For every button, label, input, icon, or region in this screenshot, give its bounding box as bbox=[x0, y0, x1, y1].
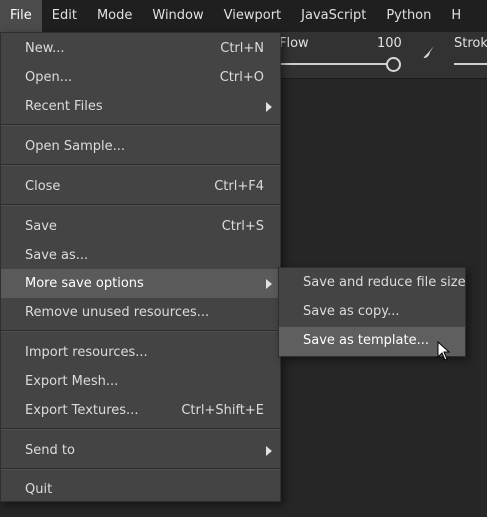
submenu-item-save-and-reduce[interactable]: Save and reduce file size bbox=[279, 269, 466, 298]
menu-file[interactable]: File bbox=[0, 0, 42, 32]
stroke-label: Stroke bbox=[454, 36, 487, 51]
menu-item-label: More save options bbox=[25, 276, 144, 291]
submenu-arrow-icon bbox=[266, 446, 272, 456]
menu-item-save[interactable]: Save Ctrl+S bbox=[1, 212, 280, 241]
file-menu: New... Ctrl+N Open... Ctrl+O Recent File… bbox=[0, 32, 281, 502]
flow-slider-track[interactable] bbox=[279, 63, 387, 65]
menu-item-shortcut: Ctrl+S bbox=[221, 219, 264, 234]
submenu-arrow-icon bbox=[266, 279, 272, 289]
flow-slider-knob[interactable] bbox=[386, 57, 401, 72]
menu-edit[interactable]: Edit bbox=[42, 0, 87, 32]
menu-separator bbox=[1, 330, 280, 332]
menu-item-shortcut: Ctrl+F4 bbox=[214, 179, 264, 194]
menu-item-shortcut: Ctrl+O bbox=[219, 70, 264, 85]
menu-item-shortcut: Ctrl+Shift+E bbox=[181, 403, 264, 418]
menu-item-remove-unused-resources[interactable]: Remove unused resources... bbox=[1, 298, 280, 327]
menu-item-save-as[interactable]: Save as... bbox=[1, 241, 280, 270]
menu-item-label: Open... bbox=[25, 70, 73, 85]
menu-item-recent-files[interactable]: Recent Files bbox=[1, 92, 280, 121]
menu-bar: File Edit Mode Window Viewport JavaScrip… bbox=[0, 0, 487, 33]
menu-item-open[interactable]: Open... Ctrl+O bbox=[1, 63, 280, 92]
menu-separator bbox=[1, 164, 280, 166]
menu-item-label: Recent Files bbox=[25, 99, 103, 114]
menu-item-label: Remove unused resources... bbox=[25, 305, 210, 320]
submenu-arrow-icon bbox=[266, 102, 272, 112]
menu-item-export-mesh[interactable]: Export Mesh... bbox=[1, 367, 280, 396]
submenu-item-save-as-copy[interactable]: Save as copy... bbox=[279, 298, 465, 327]
menu-item-quit[interactable]: Quit bbox=[1, 475, 280, 504]
menu-item-send-to[interactable]: Send to bbox=[1, 436, 280, 465]
submenu-item-label: Save as template... bbox=[303, 333, 429, 348]
menu-item-label: Send to bbox=[25, 443, 75, 458]
menu-item-shortcut: Ctrl+N bbox=[220, 41, 264, 56]
menu-item-label: Open Sample... bbox=[25, 139, 125, 154]
menu-item-label: New... bbox=[25, 41, 65, 56]
brush-angle-icon[interactable] bbox=[421, 44, 437, 60]
menu-javascript[interactable]: JavaScript bbox=[291, 0, 376, 32]
menu-mode[interactable]: Mode bbox=[87, 0, 142, 32]
submenu-item-label: Save and reduce file size bbox=[303, 275, 466, 290]
menu-item-new[interactable]: New... Ctrl+N bbox=[1, 34, 280, 63]
menu-item-label: Save bbox=[25, 219, 57, 234]
stroke-slider-track[interactable] bbox=[454, 63, 487, 65]
menu-separator bbox=[1, 468, 280, 470]
menu-item-export-textures[interactable]: Export Textures... Ctrl+Shift+E bbox=[1, 396, 280, 425]
menu-separator bbox=[1, 204, 280, 206]
mouse-cursor-icon bbox=[437, 341, 451, 361]
menu-item-label: Quit bbox=[25, 482, 53, 497]
menu-item-label: Export Mesh... bbox=[25, 374, 119, 389]
menu-python[interactable]: Python bbox=[376, 0, 441, 32]
menu-item-label: Close bbox=[25, 179, 61, 194]
menu-separator bbox=[1, 124, 280, 126]
menu-item-label: Save as... bbox=[25, 248, 89, 263]
submenu-item-label: Save as copy... bbox=[303, 304, 400, 319]
menu-window[interactable]: Window bbox=[142, 0, 213, 32]
menu-item-import-resources[interactable]: Import resources... bbox=[1, 338, 280, 367]
flow-value: 100 bbox=[377, 36, 402, 51]
menu-help-truncated[interactable]: H bbox=[441, 0, 471, 32]
menu-viewport[interactable]: Viewport bbox=[214, 0, 292, 32]
menu-separator bbox=[1, 428, 280, 430]
menu-item-open-sample[interactable]: Open Sample... bbox=[1, 132, 280, 161]
flow-label: Flow bbox=[279, 36, 309, 51]
menu-item-more-save-options[interactable]: More save options bbox=[1, 269, 280, 298]
menu-item-label: Export Textures... bbox=[25, 403, 139, 418]
menu-item-label: Import resources... bbox=[25, 345, 148, 360]
menu-item-close[interactable]: Close Ctrl+F4 bbox=[1, 172, 280, 201]
